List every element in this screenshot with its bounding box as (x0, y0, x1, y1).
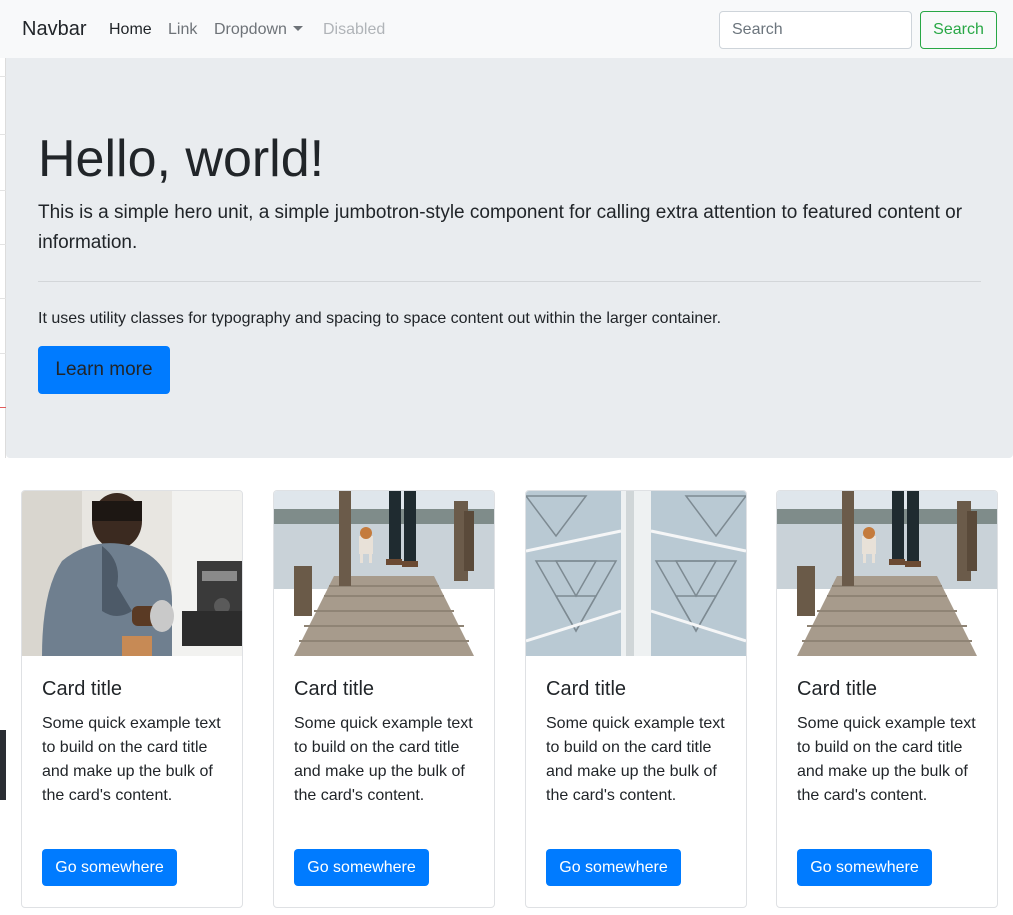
card-text: Some quick example text to build on the … (42, 715, 221, 804)
card-2: Card title Some quick example text to bu… (273, 490, 495, 908)
card-title: Card title (546, 678, 627, 700)
learn-more-button[interactable]: Learn more (38, 346, 170, 394)
card-text: Some quick example text to build on the … (546, 715, 725, 804)
navbar-brand[interactable]: Navbar (22, 17, 86, 41)
nav-dropdown-toggle[interactable]: Dropdown (214, 19, 303, 41)
jumbotron: Hello, world! This is a simple hero unit… (6, 58, 1013, 458)
navbar: Navbar Home Link Dropdown Disabled Searc… (0, 0, 1013, 58)
card-3: Card title Some quick example text to bu… (525, 490, 747, 908)
nav-dropdown-label: Dropdown (214, 21, 287, 38)
card-4: Card title Some quick example text to bu… (776, 490, 998, 908)
page: Navbar Home Link Dropdown Disabled Searc… (0, 0, 1013, 915)
card-title: Card title (294, 678, 375, 700)
go-somewhere-button[interactable]: Go somewhere (294, 849, 429, 886)
search-input[interactable] (719, 11, 912, 49)
card-text: Some quick example text to build on the … (294, 715, 473, 804)
card-image-barista (22, 491, 242, 656)
go-somewhere-button[interactable]: Go somewhere (797, 849, 932, 886)
nav-link-disabled: Disabled (323, 21, 386, 38)
jumbotron-heading: Hello, world! (38, 130, 325, 188)
jumbotron-text: It uses utility classes for typography a… (38, 310, 722, 327)
card-title: Card title (42, 678, 123, 700)
left-window-edge-dark (0, 730, 6, 800)
nav-link-home[interactable]: Home (109, 19, 152, 41)
card-image-dock (274, 491, 494, 656)
go-somewhere-button[interactable]: Go somewhere (42, 849, 177, 886)
go-somewhere-button[interactable]: Go somewhere (546, 849, 681, 886)
caret-down-icon (292, 26, 303, 31)
card-text: Some quick example text to build on the … (797, 715, 976, 804)
card-title: Card title (797, 678, 878, 700)
search-button[interactable]: Search (920, 11, 997, 49)
jumbotron-divider (38, 281, 981, 282)
card-image-fractal (526, 491, 746, 656)
card-1: Card title Some quick example text to bu… (21, 490, 243, 908)
card-image-dock (777, 491, 997, 656)
jumbotron-lead: This is a simple hero unit, a simple jum… (38, 202, 963, 253)
nav-link-link[interactable]: Link (168, 19, 197, 41)
